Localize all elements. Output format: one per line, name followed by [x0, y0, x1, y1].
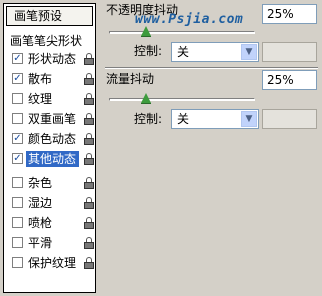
chevron-down-icon[interactable]: ▼: [241, 111, 257, 127]
section-divider: [105, 67, 318, 69]
opacity-control-label: 控制:: [134, 44, 163, 58]
checkbox-texture[interactable]: [12, 93, 23, 104]
select-value: 关: [177, 112, 190, 126]
checkbox-smoothing[interactable]: [12, 237, 23, 248]
lock-icon[interactable]: [84, 93, 94, 105]
lock-icon[interactable]: [84, 53, 94, 65]
brush-presets-button[interactable]: 画笔预设: [6, 6, 93, 26]
lock-icon[interactable]: [84, 113, 94, 125]
brush-options-panel: 画笔预设 画笔笔尖形状 ✓ 形状动态 ✓ 散布 纹理 双重画笔 ✓ 颜色动态 ✓…: [3, 3, 96, 293]
flow-jitter-slider-thumb[interactable]: [140, 93, 151, 104]
checkbox-airbrush[interactable]: [12, 217, 23, 228]
option-label: 散布: [28, 72, 53, 86]
watermark: www.Psjia.com: [135, 12, 244, 27]
checkbox-protect-texture[interactable]: [12, 257, 23, 268]
option-row-texture[interactable]: 纹理: [9, 90, 95, 108]
option-label: 保护纹理: [28, 256, 77, 270]
checkbox-color-dynamics[interactable]: ✓: [12, 133, 23, 144]
option-row-color-dynamics[interactable]: ✓ 颜色动态: [9, 130, 95, 148]
lock-icon[interactable]: [84, 257, 94, 269]
option-row-dual-brush[interactable]: 双重画笔: [9, 110, 95, 128]
opacity-jitter-input[interactable]: 25%: [262, 4, 317, 24]
option-label: 颜色动态: [28, 132, 77, 146]
option-label: 纹理: [28, 92, 53, 106]
flow-control-field: [262, 109, 317, 129]
option-label: 双重画笔: [28, 112, 77, 126]
option-row-shape-dynamics[interactable]: ✓ 形状动态: [9, 50, 95, 68]
option-row-airbrush[interactable]: 喷枪: [9, 214, 95, 232]
lock-icon[interactable]: [84, 153, 94, 165]
brush-tip-shape-item[interactable]: 画笔笔尖形状: [10, 34, 82, 48]
select-value: 关: [177, 45, 190, 59]
flow-control-label: 控制:: [134, 112, 163, 126]
checkbox-shape-dynamics[interactable]: ✓: [12, 53, 23, 64]
flow-jitter-label: 流量抖动: [106, 72, 155, 86]
checkbox-dual-brush[interactable]: [12, 113, 23, 124]
lock-icon[interactable]: [84, 237, 94, 249]
flow-jitter-input[interactable]: 25%: [262, 70, 317, 90]
option-row-other-dynamics[interactable]: ✓ 其他动态: [9, 150, 95, 168]
opacity-jitter-slider-thumb[interactable]: [140, 26, 151, 37]
opacity-control-field: [262, 42, 317, 62]
option-label: 其他动态: [26, 151, 80, 167]
option-label: 喷枪: [28, 216, 53, 230]
lock-icon[interactable]: [84, 197, 94, 209]
option-label: 湿边: [28, 196, 53, 210]
option-label: 形状动态: [28, 52, 77, 66]
opacity-control-select[interactable]: 关 ▼: [171, 42, 259, 62]
checkbox-noise[interactable]: [12, 177, 23, 188]
checkbox-wet-edges[interactable]: [12, 197, 23, 208]
lock-icon[interactable]: [84, 217, 94, 229]
flow-jitter-slider-track[interactable]: [109, 98, 255, 101]
opacity-jitter-slider-track[interactable]: [109, 31, 255, 34]
flow-control-select[interactable]: 关 ▼: [171, 109, 259, 129]
chevron-down-icon[interactable]: ▼: [241, 44, 257, 60]
checkbox-scattering[interactable]: ✓: [12, 73, 23, 84]
option-row-wet-edges[interactable]: 湿边: [9, 194, 95, 212]
option-label: 平滑: [28, 236, 53, 250]
option-row-noise[interactable]: 杂色: [9, 174, 95, 192]
lock-icon[interactable]: [84, 133, 94, 145]
option-row-protect-texture[interactable]: 保护纹理: [9, 254, 95, 272]
option-row-smoothing[interactable]: 平滑: [9, 234, 95, 252]
checkbox-other-dynamics[interactable]: ✓: [12, 153, 23, 164]
option-row-scattering[interactable]: ✓ 散布: [9, 70, 95, 88]
lock-icon[interactable]: [84, 73, 94, 85]
option-label: 杂色: [28, 176, 53, 190]
lock-icon[interactable]: [84, 177, 94, 189]
